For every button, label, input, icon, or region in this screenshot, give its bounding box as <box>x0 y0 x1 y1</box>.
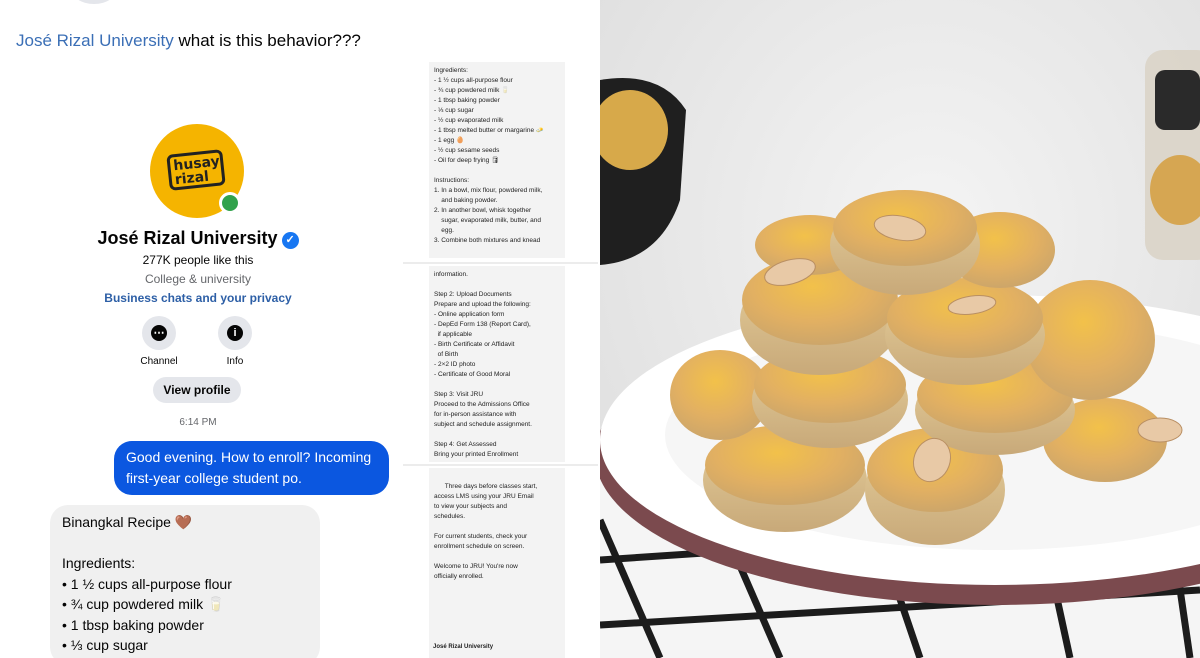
university-mention-link[interactable]: José Rizal University <box>16 31 174 50</box>
strip-divider <box>403 464 598 466</box>
page-category: College & university <box>144 272 252 286</box>
channel-icon: ⋯ <box>151 325 167 341</box>
online-status-icon <box>219 192 241 214</box>
info-icon: i <box>227 325 243 341</box>
page-name-text: José Rizal University <box>97 228 278 248</box>
cookie-photo <box>600 0 1200 658</box>
facebook-post: José Rizal University what is this behav… <box>0 0 598 658</box>
recipe-ingredients-card: Ingredients: - 1 ½ cups all-purpose flou… <box>429 62 565 258</box>
outgoing-message[interactable]: Good evening. How to enroll? Incoming fi… <box>114 441 389 495</box>
page-likes: 277K people like this <box>142 253 254 267</box>
enrollment-steps-card: information. Step 2: Upload Documents Pr… <box>429 266 565 462</box>
channel-label: Channel <box>140 356 178 367</box>
strip-divider <box>403 262 598 264</box>
background-jar <box>1145 50 1200 260</box>
poster-avatar[interactable] <box>70 0 118 4</box>
info-label: Info <box>226 356 244 367</box>
cookie-plate-illustration <box>600 0 1200 658</box>
caption-text: what is this behavior??? <box>173 31 361 50</box>
enrollment-final-card: Three days before classes start, access … <box>429 468 565 658</box>
husay-rizal-logo: husay rizal <box>166 149 226 191</box>
view-profile-button[interactable]: View profile <box>153 377 241 403</box>
verified-badge-icon: ✓ <box>281 232 299 249</box>
business-privacy-link[interactable]: Business chats and your privacy <box>0 291 396 305</box>
recipe-screenshot-strip: Ingredients: - 1 ½ cups all-purpose flou… <box>403 62 598 658</box>
card-sender-name: José Rizal University <box>433 644 494 650</box>
enrollment-final-text: Three days before classes start, access … <box>434 483 538 580</box>
message-timestamp: 6:14 PM <box>179 417 217 428</box>
info-button[interactable]: i <box>218 316 252 350</box>
page-title: José Rizal University ✓ <box>0 228 396 249</box>
messenger-chat-screenshot: husay rizal José Rizal University ✓ 277K … <box>0 62 402 658</box>
post-caption: José Rizal University what is this behav… <box>16 30 361 52</box>
incoming-message[interactable]: Binangkal Recipe 🤎 Ingredients: • 1 ½ cu… <box>50 505 320 658</box>
channel-button[interactable]: ⋯ <box>142 316 176 350</box>
